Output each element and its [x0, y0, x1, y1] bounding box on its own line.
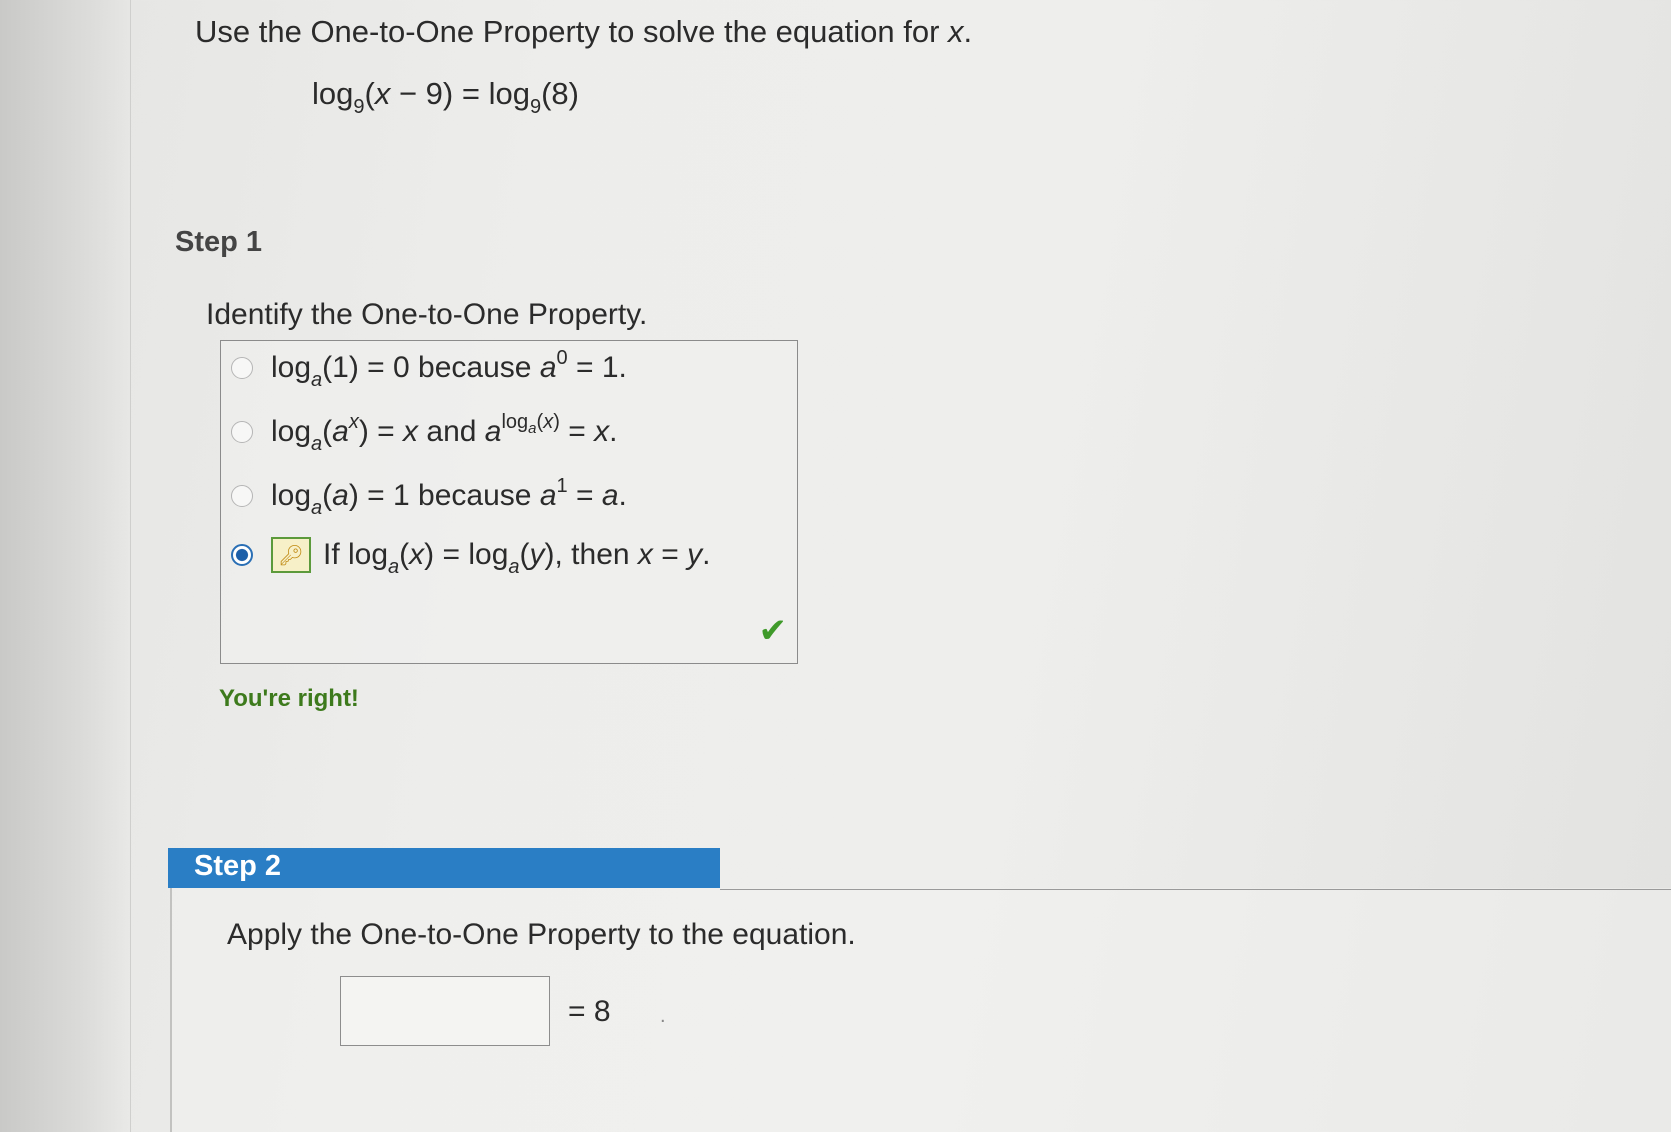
option-1[interactable]: loga(1) = 0 because a0 = 1. — [231, 347, 627, 391]
answer-rhs: = 8 — [568, 995, 611, 1028]
option-3-label: loga(a) = 1 because a1 = a. — [271, 475, 627, 519]
margin-divider — [130, 0, 131, 1132]
step1-prompt: Identify the One-to-One Property. — [206, 298, 648, 331]
option-2-label: loga(ax) = x and aloga(x) = x. — [271, 411, 618, 455]
answer-input[interactable] — [340, 976, 550, 1046]
option-1-radio[interactable] — [231, 357, 253, 379]
trailing-dot: . — [660, 1005, 666, 1027]
checkmark-icon: ✔ — [758, 612, 788, 650]
option-3[interactable]: loga(a) = 1 because a1 = a. — [231, 475, 627, 519]
option-4-radio[interactable] — [231, 544, 253, 566]
option-2[interactable]: loga(ax) = x and aloga(x) = x. — [231, 411, 618, 455]
step1-choices: loga(1) = 0 because a0 = 1. loga(ax) = x… — [220, 340, 798, 664]
problem-equation: log9(x − 9) = log9(8) — [312, 76, 579, 118]
page: Use the One-to-One Property to solve the… — [0, 0, 1671, 1132]
option-2-radio[interactable] — [231, 421, 253, 443]
step2-divider — [720, 889, 1671, 890]
left-margin — [0, 0, 130, 1132]
option-3-radio[interactable] — [231, 485, 253, 507]
option-1-label: loga(1) = 0 because a0 = 1. — [271, 347, 627, 391]
option-4[interactable]: 🔑︎ If loga(x) = loga(y), then x = y. — [231, 537, 711, 578]
option-4-label: If loga(x) = loga(y), then x = y. — [323, 538, 711, 578]
step1-heading: Step 1 — [175, 226, 263, 258]
step2-prompt: Apply the One-to-One Property to the equ… — [227, 918, 856, 951]
problem-instruction: Use the One-to-One Property to solve the… — [195, 14, 973, 49]
step1-feedback: You're right! — [219, 685, 359, 712]
key-icon[interactable]: 🔑︎ — [271, 537, 311, 573]
step2-heading: Step 2 — [168, 848, 720, 888]
